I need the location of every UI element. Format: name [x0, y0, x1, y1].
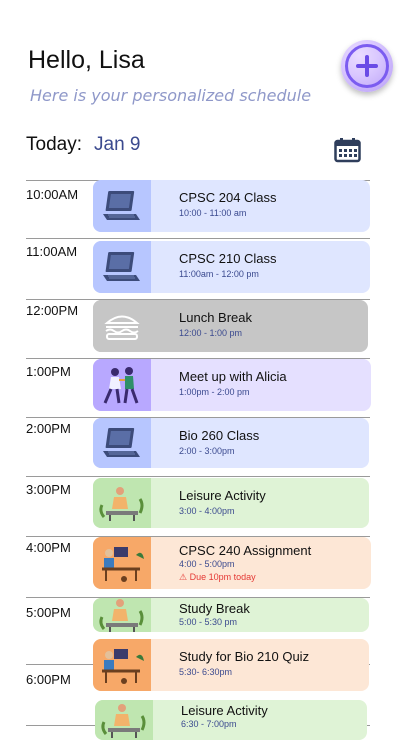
desk-work-icon — [93, 639, 151, 691]
due-warning: ⚠ Due 10pm today — [179, 572, 256, 583]
today-date[interactable]: Jan 9 — [94, 134, 140, 156]
timeline-divider — [26, 238, 370, 239]
event-title: CPSC 210 Class — [179, 251, 277, 266]
calendar-icon[interactable] — [334, 137, 361, 168]
laptop-icon — [93, 418, 151, 468]
schedule-subtitle: Here is your personalized schedule — [30, 86, 312, 105]
event-time: 5:30- 6:30pm — [179, 667, 233, 677]
event-time: 5:00 - 5:30 pm — [179, 617, 238, 627]
time-label: 12:00PM — [26, 303, 79, 318]
time-label: 1:00PM — [26, 364, 71, 379]
event-card[interactable]: Leisure Activity 3:00 - 4:00pm — [93, 478, 369, 528]
event-title: Leisure Activity — [179, 488, 266, 503]
event-time: 1:00pm - 2:00 pm — [179, 387, 250, 397]
add-event-button[interactable] — [341, 40, 393, 92]
event-time: 2:00 - 3:00pm — [179, 446, 235, 456]
warning-icon: ⚠ — [179, 572, 190, 582]
time-label: 5:00PM — [26, 605, 71, 620]
time-label: 10:00AM — [26, 187, 79, 202]
event-time: 11:00am - 12:00 pm — [179, 269, 259, 279]
event-card[interactable]: Leisure Activity 6:30 - 7:00pm — [95, 700, 367, 740]
event-card[interactable]: CPSC 240 Assignment 4:00 - 5:00pm ⚠ Due 10… — [93, 537, 371, 589]
time-label: 11:00AM — [26, 244, 78, 259]
event-card[interactable]: Meet up with Alicia 1:00pm - 2:00 pm — [93, 359, 371, 411]
event-time: 12:00 - 1:00 pm — [179, 328, 243, 338]
relaxing-person-icon — [93, 598, 151, 632]
event-title: Lunch Break — [179, 310, 252, 325]
timeline-divider — [26, 476, 370, 477]
due-warning-text: Due 10pm today — [189, 572, 256, 582]
burger-icon — [93, 300, 151, 352]
event-title: Bio 260 Class — [179, 428, 260, 443]
event-title: Leisure Activity — [181, 703, 268, 718]
relaxing-person-icon — [93, 478, 151, 528]
event-time: 3:00 - 4:00pm — [179, 506, 235, 516]
event-time: 10:00 - 11:00 am — [179, 208, 247, 218]
greeting: Hello, Lisa — [28, 46, 145, 74]
event-card[interactable]: Study Break 5:00 - 5:30 pm — [93, 598, 369, 632]
relaxing-person-icon — [95, 700, 153, 740]
event-title: Study for Bio 210 Quiz — [179, 649, 310, 664]
today-label: Today: — [26, 134, 82, 155]
event-title: Study Break — [179, 601, 250, 616]
event-card[interactable]: Study for Bio 210 Quiz 5:30- 6:30pm — [93, 639, 369, 691]
event-card[interactable]: Lunch Break 12:00 - 1:00 pm — [93, 300, 368, 352]
laptop-icon — [93, 241, 151, 293]
event-card[interactable]: Bio 260 Class 2:00 - 3:00pm — [93, 418, 369, 468]
laptop-icon — [93, 180, 151, 232]
event-title: CPSC 204 Class — [179, 190, 277, 205]
time-label: 4:00PM — [26, 540, 71, 555]
event-time: 6:30 - 7:00pm — [181, 719, 237, 729]
time-label: 2:00PM — [26, 421, 71, 436]
event-title: CPSC 240 Assignment — [179, 543, 312, 558]
friends-icon — [93, 359, 151, 411]
event-card[interactable]: CPSC 210 Class 11:00am - 12:00 pm — [93, 241, 370, 293]
time-label: 3:00PM — [26, 482, 71, 497]
event-time: 4:00 - 5:00pm — [179, 559, 235, 569]
plus-icon — [345, 44, 389, 88]
desk-work-icon — [93, 537, 151, 589]
time-label: 6:00PM — [26, 672, 71, 687]
event-title: Meet up with Alicia — [179, 369, 287, 384]
event-card[interactable]: CPSC 204 Class 10:00 - 11:00 am — [93, 180, 370, 232]
